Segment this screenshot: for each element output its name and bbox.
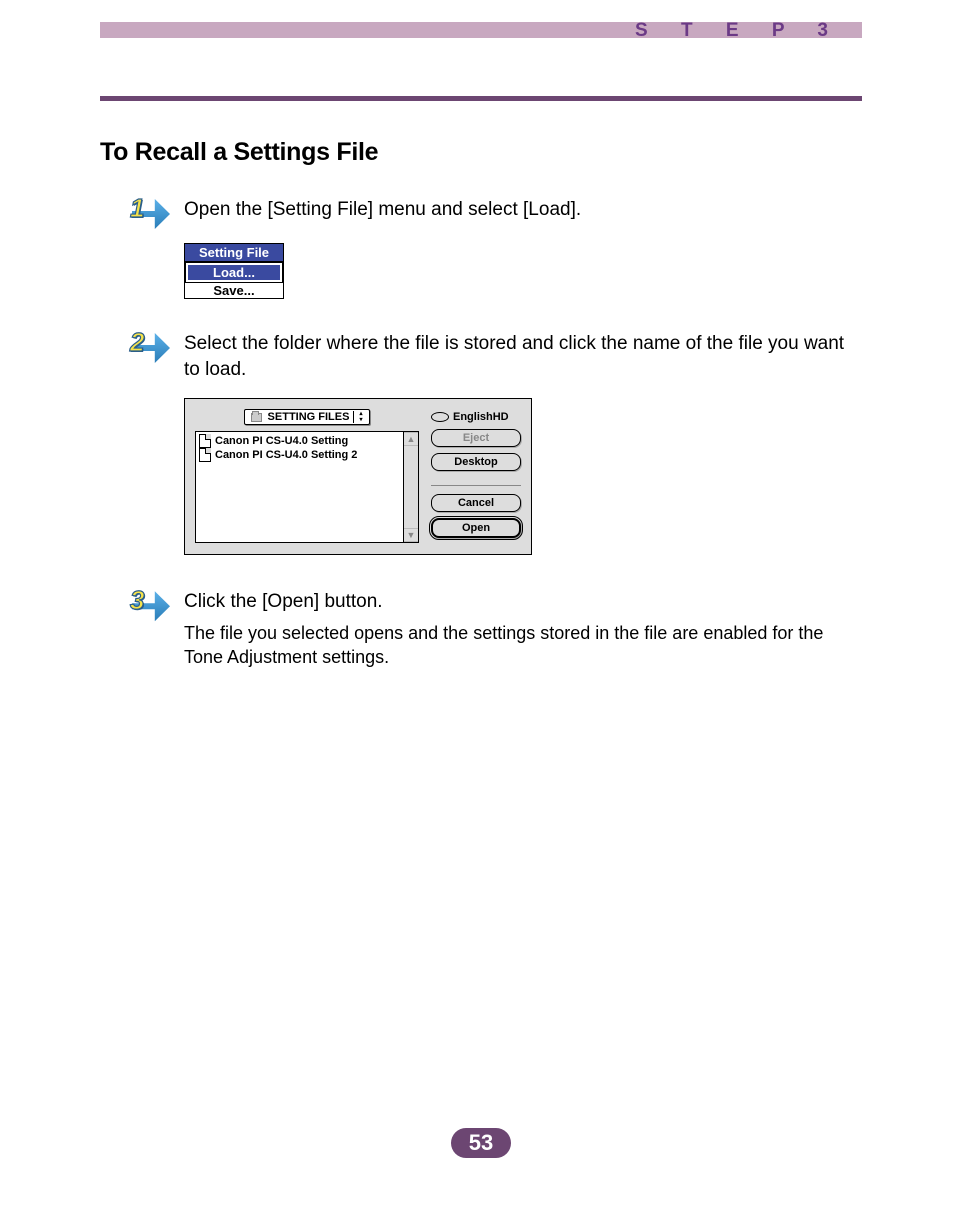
- step-2-text: Select the folder where the file is stor…: [184, 329, 862, 382]
- step-1: 1 Open the [Setting File] menu and selec…: [100, 195, 862, 233]
- menu-item-save[interactable]: Save...: [185, 283, 283, 298]
- step-1-marker: 1: [128, 195, 170, 233]
- file-icon: [199, 448, 211, 462]
- popup-handle-icon: [353, 411, 367, 423]
- step-number: 2: [130, 327, 144, 358]
- step-number: 1: [130, 193, 144, 224]
- menu-screenshot: Setting File Load... Save...: [184, 243, 284, 299]
- list-item[interactable]: Canon PI CS-U4.0 Setting: [199, 434, 400, 448]
- folder-popup-label: SETTING FILES: [268, 411, 350, 423]
- step-1-text: Open the [Setting File] menu and select …: [184, 195, 862, 223]
- scrollbar[interactable]: ▲ ▼: [403, 432, 418, 542]
- header-rule: [100, 96, 862, 101]
- file-icon: [199, 434, 211, 448]
- file-dialog-screenshot: SETTING FILES Canon PI CS-U4.0 Setting C…: [184, 398, 532, 555]
- step-number: 3: [130, 585, 144, 616]
- separator: [431, 485, 521, 486]
- menu-title: Setting File: [185, 244, 283, 262]
- file-name: Canon PI CS-U4.0 Setting 2: [215, 449, 357, 461]
- open-button[interactable]: Open: [431, 518, 521, 538]
- folder-icon: [251, 413, 262, 422]
- menu-item-load[interactable]: Load...: [186, 263, 282, 282]
- list-item[interactable]: Canon PI CS-U4.0 Setting 2: [199, 448, 400, 462]
- footer: 53: [100, 1128, 862, 1158]
- section-title: To Recall a Settings File: [100, 138, 862, 167]
- page-number: 53: [451, 1128, 511, 1158]
- scroll-down-icon[interactable]: ▼: [404, 528, 418, 542]
- file-name: Canon PI CS-U4.0 Setting: [215, 435, 348, 447]
- file-list: Canon PI CS-U4.0 Setting Canon PI CS-U4.…: [195, 431, 419, 543]
- step-2-marker: 2: [128, 329, 170, 367]
- disk-label: EnglishHD: [453, 411, 509, 423]
- folder-popup[interactable]: SETTING FILES: [244, 409, 371, 425]
- eject-button: Eject: [431, 429, 521, 447]
- step-2: 2 Select the folder where the file is st…: [100, 329, 862, 382]
- step-3-marker: 3: [128, 587, 170, 625]
- desktop-button[interactable]: Desktop: [431, 453, 521, 471]
- cancel-button[interactable]: Cancel: [431, 494, 521, 512]
- step-3-description: The file you selected opens and the sett…: [184, 621, 862, 670]
- step-3-text: Click the [Open] button.: [184, 587, 862, 615]
- scroll-up-icon[interactable]: ▲: [404, 432, 418, 446]
- step-indicator: S T E P 3: [635, 20, 842, 42]
- disk-icon: [431, 412, 449, 422]
- step-3: 3 Click the [Open] button. The file you …: [100, 587, 862, 669]
- disk-indicator: EnglishHD: [431, 411, 521, 423]
